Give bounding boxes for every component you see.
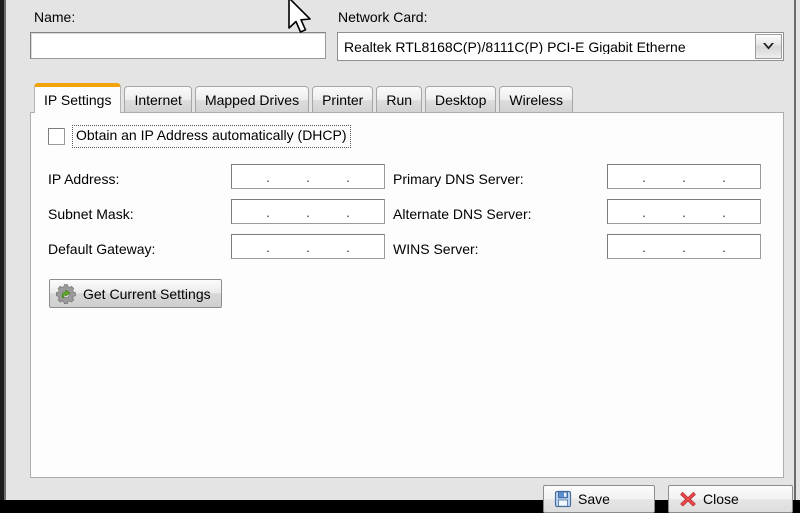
network-card-dropdown[interactable]: Realtek RTL8168C(P)/8111C(P) PCI-E Gigab… — [337, 32, 784, 61]
name-label: Name: — [34, 9, 76, 25]
close-button-label: Close — [703, 491, 739, 507]
primary-dns-octet-separators: . . . — [642, 170, 726, 185]
chevron-down-icon[interactable] — [755, 34, 782, 59]
tab-mapped-drives[interactable]: Mapped Drives — [194, 86, 310, 113]
primary-dns-label: Primary DNS Server: — [393, 171, 524, 187]
ip-address-label: IP Address: — [48, 171, 120, 187]
network-card-label: Network Card: — [338, 9, 428, 25]
tab-run[interactable]: Run — [376, 86, 423, 113]
save-button-label: Save — [578, 491, 610, 507]
window-client-area: Name: Network Card: Realtek RTL8168C(P)/… — [8, 0, 800, 513]
ip-address-octet-separators: . . . — [266, 170, 350, 185]
red-x-icon — [679, 490, 697, 508]
subnet-mask-label: Subnet Mask: — [48, 206, 134, 222]
tab-internet[interactable]: Internet — [124, 86, 192, 113]
subnet-mask-octet-separators: . . . — [266, 205, 350, 220]
get-current-settings-label: Get Current Settings — [83, 285, 211, 302]
dhcp-focus-outline: Obtain an IP Address automatically (DHCP… — [72, 125, 351, 148]
alternate-dns-label: Alternate DNS Server: — [393, 206, 532, 222]
tab-ip-settings[interactable]: IP Settings — [34, 83, 122, 113]
primary-dns-input[interactable]: . . . — [607, 164, 761, 189]
ip-settings-panel: Obtain an IP Address automatically (DHCP… — [30, 112, 784, 478]
dhcp-checkbox-row[interactable]: Obtain an IP Address automatically (DHCP… — [48, 125, 351, 148]
wins-server-input[interactable]: . . . — [607, 234, 761, 259]
tab-strip[interactable]: IP Settings Internet Mapped Drives Print… — [34, 83, 576, 113]
ip-address-input[interactable]: . . . — [231, 164, 385, 189]
save-disk-icon — [554, 490, 572, 508]
network-card-selected-value: Realtek RTL8168C(P)/8111C(P) PCI-E Gigab… — [344, 39, 686, 54]
tab-printer[interactable]: Printer — [312, 86, 374, 113]
wins-server-octet-separators: . . . — [642, 240, 726, 255]
tab-wireless[interactable]: Wireless — [499, 86, 574, 113]
name-input[interactable] — [30, 32, 326, 59]
default-gateway-input[interactable]: . . . — [231, 234, 385, 259]
dhcp-checkbox-label: Obtain an IP Address automatically (DHCP… — [76, 127, 347, 143]
application-window: Name: Network Card: Realtek RTL8168C(P)/… — [0, 0, 800, 513]
close-button[interactable]: Close — [668, 485, 793, 513]
default-gateway-octet-separators: . . . — [266, 240, 350, 255]
wins-server-label: WINS Server: — [393, 241, 479, 257]
subnet-mask-input[interactable]: . . . — [231, 199, 385, 224]
default-gateway-label: Default Gateway: — [48, 241, 156, 257]
alternate-dns-input[interactable]: . . . — [607, 199, 761, 224]
gear-refresh-icon — [56, 283, 77, 305]
get-current-settings-button[interactable]: Get Current Settings — [49, 279, 222, 308]
alternate-dns-octet-separators: . . . — [642, 205, 726, 220]
save-button[interactable]: Save — [543, 485, 655, 513]
dhcp-checkbox[interactable] — [48, 128, 65, 145]
tab-desktop[interactable]: Desktop — [425, 86, 497, 113]
